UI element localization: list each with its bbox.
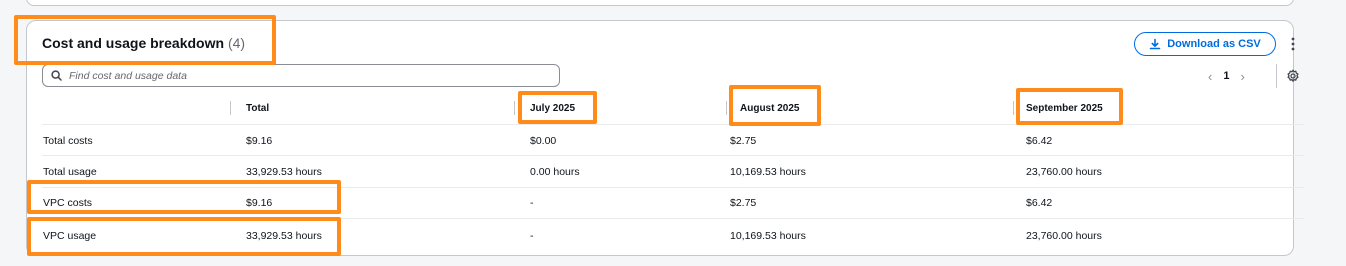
- page-title: Cost and usage breakdown (4): [42, 35, 245, 51]
- column-header-july-2025[interactable]: July 2025: [530, 103, 575, 114]
- cell-august-2025: 10,169.53 hours: [730, 230, 806, 242]
- search-input[interactable]: [69, 69, 549, 82]
- cell-july-2025: -: [530, 230, 534, 242]
- cost-usage-card: [26, 20, 1294, 256]
- download-csv-label: Download as CSV: [1167, 38, 1261, 50]
- search-icon: [51, 70, 62, 81]
- cell-total: 33,929.53 hours: [246, 230, 322, 242]
- cell-july-2025: -: [530, 197, 534, 209]
- column-header-september-2025[interactable]: September 2025: [1026, 103, 1103, 114]
- download-csv-button[interactable]: Download as CSV: [1134, 32, 1276, 56]
- row-separator: [42, 187, 1304, 188]
- cell-total: $9.16: [246, 197, 273, 209]
- column-divider: [230, 101, 231, 115]
- cell-august-2025: 10,169.53 hours: [730, 166, 806, 178]
- more-vertical-icon[interactable]: [1286, 35, 1300, 53]
- column-header-total[interactable]: Total: [246, 103, 269, 114]
- download-icon: [1149, 38, 1161, 50]
- header-separator: [42, 124, 1304, 125]
- page-number[interactable]: 1: [1223, 70, 1229, 82]
- row-separator: [42, 155, 1304, 156]
- column-divider: [1013, 101, 1014, 115]
- column-divider: [514, 101, 515, 115]
- row-label-total-costs: Total costs: [43, 135, 93, 147]
- cell-september-2025: $6.42: [1026, 197, 1053, 209]
- column-divider: [726, 101, 727, 115]
- column-header-august-2025[interactable]: August 2025: [740, 103, 799, 114]
- chevron-right-icon[interactable]: ›: [1240, 69, 1244, 84]
- cell-august-2025: $2.75: [730, 135, 757, 147]
- row-label-vpc-usage: VPC usage: [43, 230, 97, 242]
- row-label-vpc-costs: VPC costs: [43, 197, 93, 209]
- title-text: Cost and usage breakdown: [42, 35, 225, 51]
- search-field[interactable]: [42, 64, 560, 87]
- row-separator: [42, 218, 1304, 219]
- chevron-left-icon[interactable]: ‹: [1208, 69, 1212, 84]
- cell-september-2025: $6.42: [1026, 135, 1053, 147]
- cell-july-2025: 0.00 hours: [530, 166, 580, 178]
- pagination: ‹ 1 ›: [1208, 68, 1245, 84]
- previous-card: [26, 0, 1294, 6]
- cell-total: 33,929.53 hours: [246, 166, 322, 178]
- title-count: (4): [227, 35, 246, 51]
- cell-august-2025: $2.75: [730, 197, 757, 209]
- row-label-total-usage: Total usage: [43, 166, 97, 178]
- pagination-divider: [1276, 64, 1277, 88]
- gear-icon[interactable]: [1286, 69, 1300, 83]
- cell-july-2025: $0.00: [530, 135, 557, 147]
- cell-september-2025: 23,760.00 hours: [1026, 166, 1102, 178]
- cell-september-2025: 23,760.00 hours: [1026, 230, 1102, 242]
- cell-total: $9.16: [246, 135, 273, 147]
